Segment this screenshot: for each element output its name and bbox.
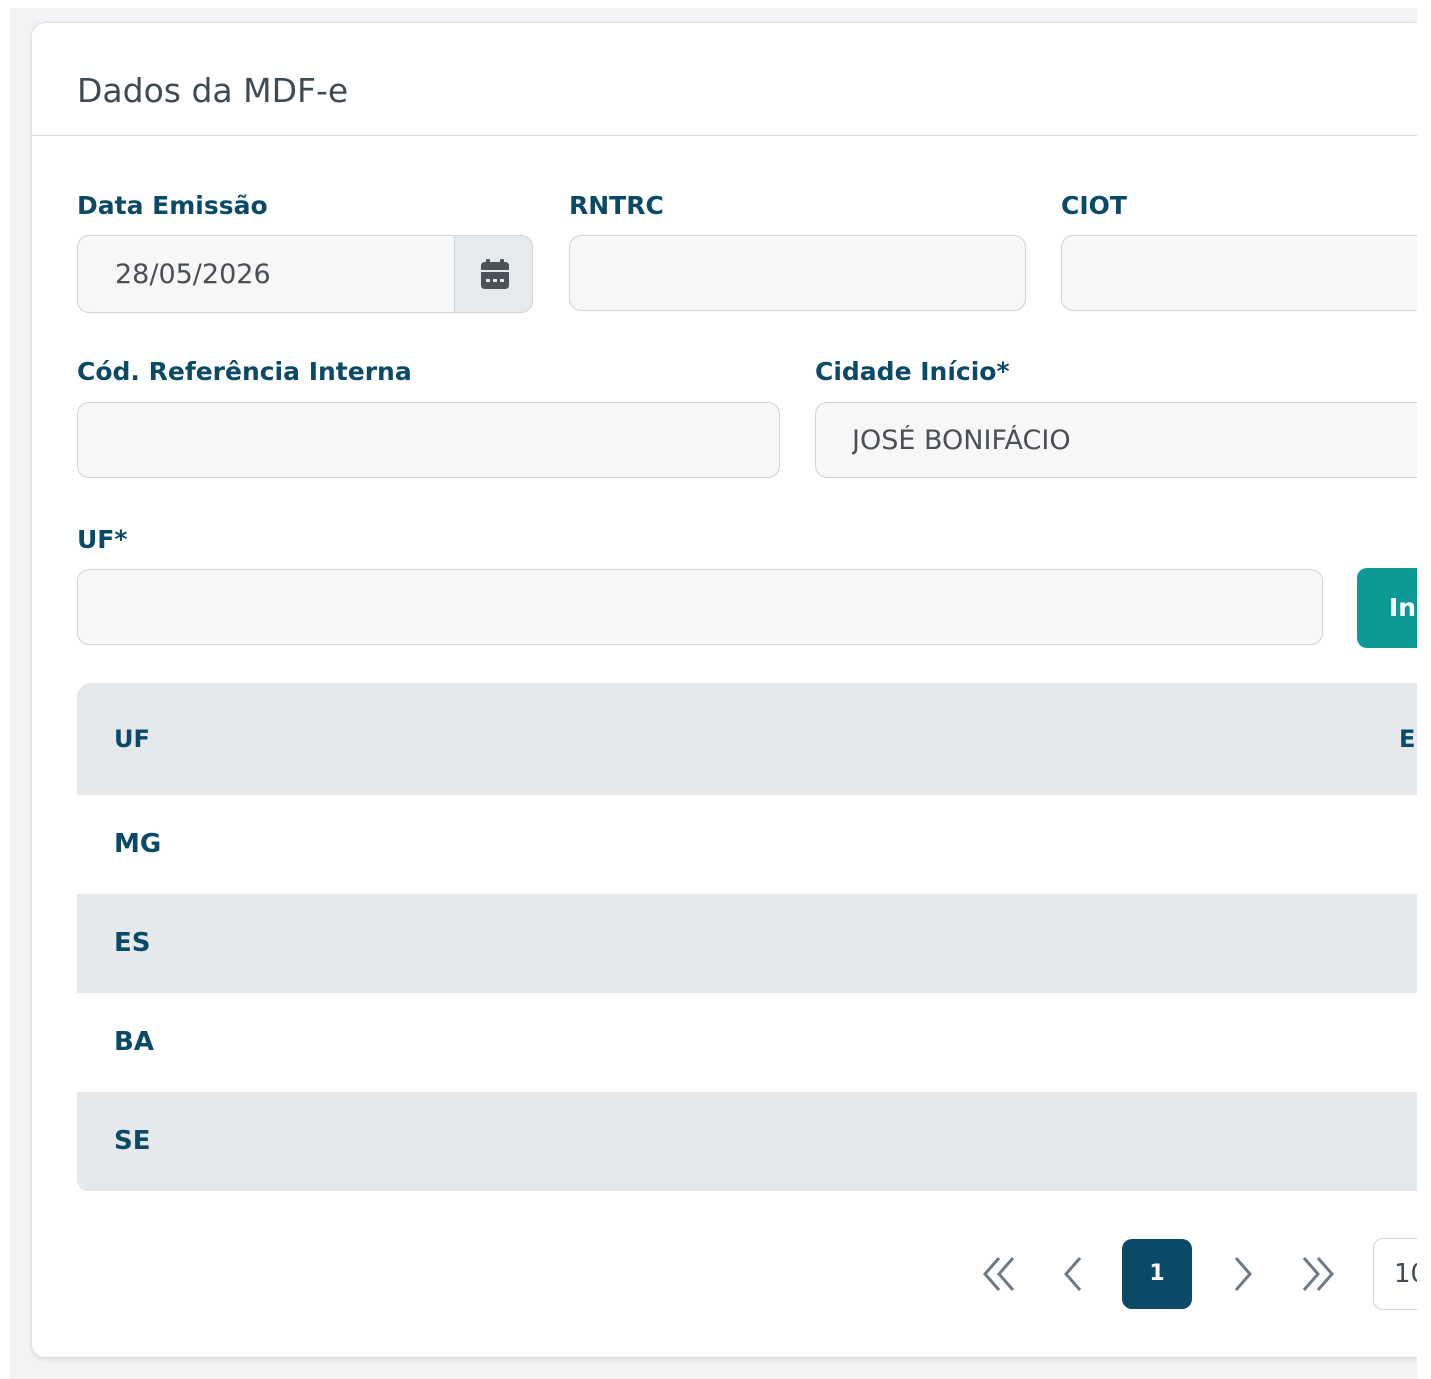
rntrc-label: RNTRC bbox=[569, 191, 664, 220]
table-header: UF E: bbox=[77, 683, 1417, 795]
uf-cell: ES bbox=[114, 928, 151, 958]
table-row[interactable]: MG bbox=[77, 795, 1417, 894]
uf-cell: BA bbox=[114, 1027, 154, 1057]
cod-referencia-label: Cód. Referência Interna bbox=[77, 357, 412, 386]
page-button-current[interactable]: 1 bbox=[1122, 1239, 1192, 1309]
double-chevron-left-icon[interactable] bbox=[977, 1254, 1021, 1294]
ciot-label: CIOT bbox=[1061, 191, 1127, 220]
double-chevron-right-icon[interactable] bbox=[1296, 1254, 1340, 1294]
rntrc-input[interactable] bbox=[569, 235, 1026, 311]
data-emissao-input[interactable] bbox=[78, 236, 454, 312]
table-row[interactable]: SE bbox=[77, 1092, 1417, 1191]
data-emissao-label: Data Emissão bbox=[77, 191, 268, 220]
table-row[interactable]: ES bbox=[77, 894, 1417, 993]
card-divider bbox=[32, 135, 1417, 136]
page-background: Dados da MDF-e Data Emissão RNTRC CIOT bbox=[10, 8, 1417, 1379]
chevron-right-icon[interactable] bbox=[1230, 1254, 1258, 1294]
chevron-left-icon[interactable] bbox=[1058, 1254, 1086, 1294]
column-header-actions: E: bbox=[1399, 725, 1417, 753]
mdfe-data-card: Dados da MDF-e Data Emissão RNTRC CIOT bbox=[31, 22, 1417, 1358]
add-uf-button[interactable]: In bbox=[1357, 568, 1417, 648]
cidade-inicio-input[interactable] bbox=[815, 402, 1417, 478]
card-title: Dados da MDF-e bbox=[77, 71, 349, 110]
column-header-uf: UF bbox=[114, 725, 150, 753]
uf-input[interactable] bbox=[77, 569, 1323, 645]
uf-cell: SE bbox=[114, 1126, 151, 1156]
calendar-button[interactable] bbox=[454, 236, 532, 312]
uf-label: UF* bbox=[77, 525, 128, 554]
ciot-input[interactable] bbox=[1061, 235, 1417, 311]
page-size-select[interactable]: 10 bbox=[1373, 1238, 1417, 1310]
cidade-inicio-label: Cidade Início* bbox=[815, 357, 1010, 386]
uf-cell: MG bbox=[114, 829, 162, 859]
calendar-icon bbox=[481, 259, 509, 289]
data-emissao-group bbox=[77, 235, 533, 313]
table-row[interactable]: BA bbox=[77, 993, 1417, 1092]
cod-referencia-input[interactable] bbox=[77, 402, 780, 478]
uf-table: UF E: MG ES BA SE bbox=[77, 683, 1417, 1193]
